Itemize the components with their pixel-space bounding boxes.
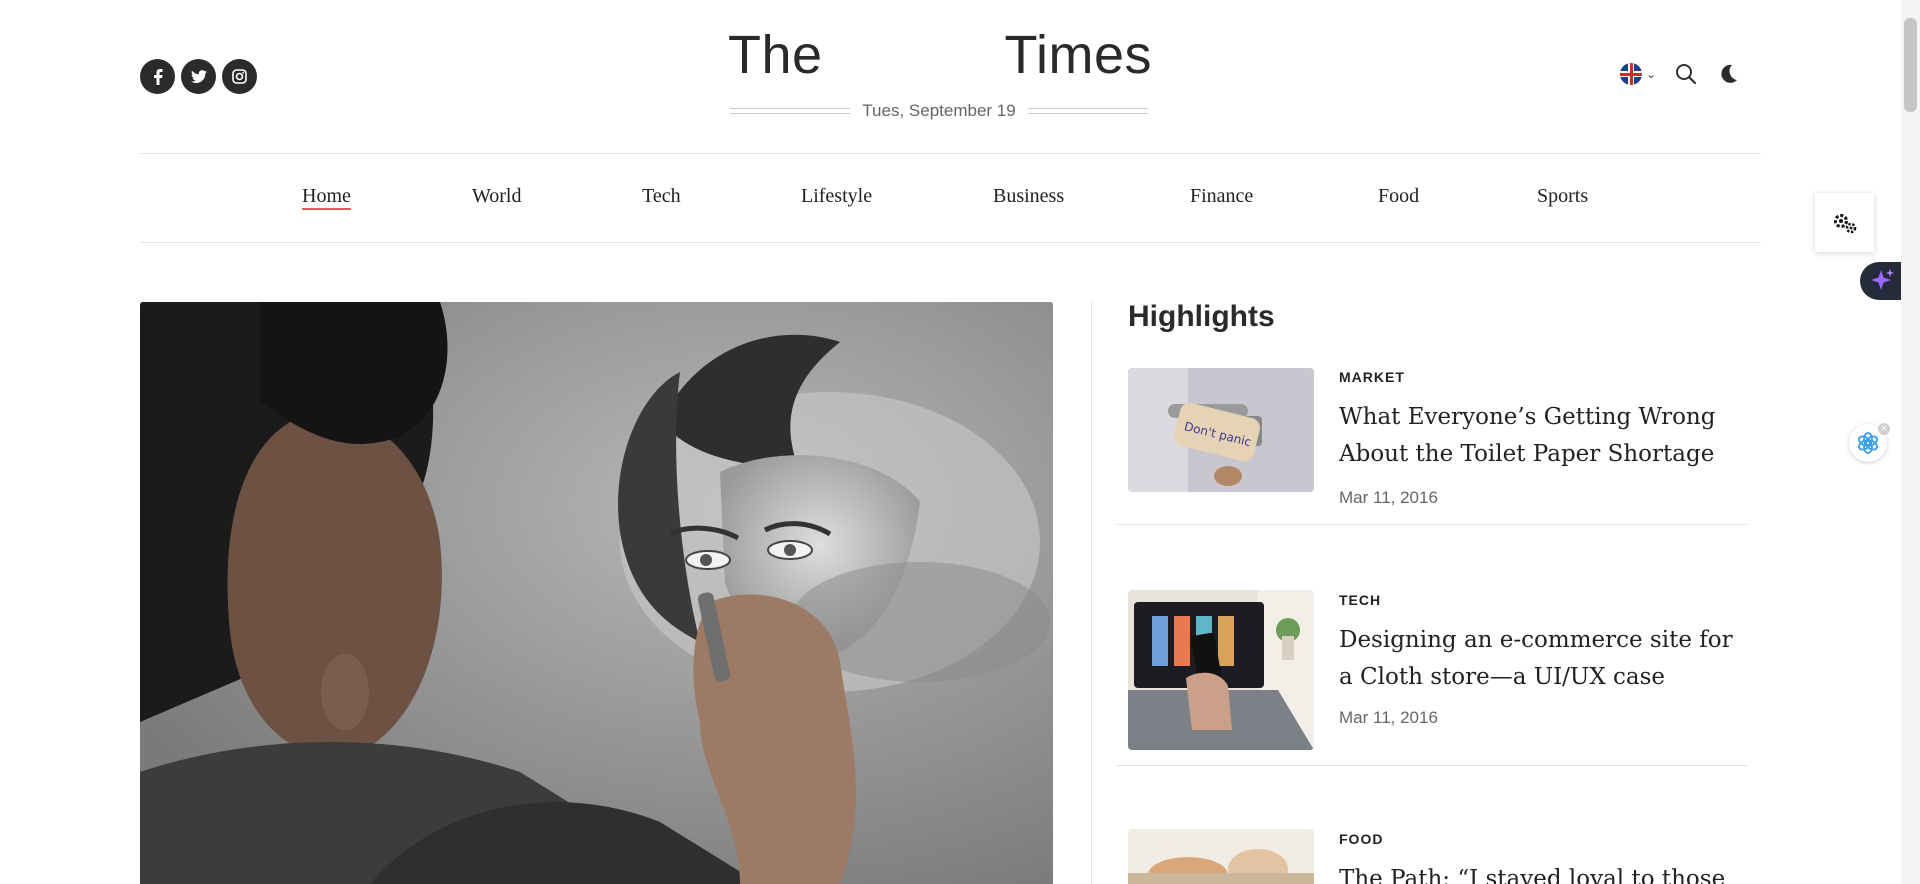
site-logo[interactable]: The Times [728, 28, 1152, 98]
main-navigation: Home World Tech Lifestyle Business Finan… [140, 153, 1761, 243]
nav-tech[interactable]: Tech [642, 185, 681, 208]
highlight-thumbnail[interactable] [1128, 829, 1314, 884]
logo-word-right: Times [1004, 25, 1152, 85]
nav-business[interactable]: Business [993, 185, 1064, 208]
dateline: Tues, September 19 [730, 100, 1148, 122]
nav-food[interactable]: Food [1378, 185, 1419, 208]
article-category[interactable]: FOOD [1339, 831, 1383, 847]
instagram-icon[interactable] [222, 59, 257, 94]
highlight-card[interactable]: TECH Designing an e-commerce site for a … [1117, 590, 1747, 766]
uk-flag-icon [1620, 63, 1642, 85]
close-icon[interactable]: × [1878, 423, 1890, 435]
article-date: Mar 11, 2016 [1339, 488, 1438, 507]
card-separator [1117, 524, 1747, 525]
dateline-rule-right [1027, 108, 1148, 114]
chat-assistant-widget[interactable]: × [1849, 423, 1890, 462]
highlight-thumbnail[interactable]: Don't panic [1128, 368, 1314, 492]
nav-world[interactable]: World [472, 185, 522, 208]
scrollbar-thumb[interactable] [1904, 18, 1917, 112]
chevron-down-icon: ⌄ [1646, 67, 1657, 81]
gears-icon [1833, 213, 1856, 233]
article-title[interactable]: The Path: “I stayed loyal to those [1339, 861, 1739, 884]
article-title[interactable]: What Everyone’s Getting Wrong About the … [1339, 399, 1739, 473]
dateline-rule-left [730, 108, 851, 114]
language-selector[interactable]: ⌄ [1620, 63, 1656, 85]
article-category[interactable]: MARKET [1339, 369, 1405, 385]
twitter-icon[interactable] [181, 59, 216, 94]
logo-word-left: The [728, 25, 823, 85]
nav-lifestyle[interactable]: Lifestyle [801, 185, 872, 208]
nav-finance[interactable]: Finance [1190, 185, 1253, 208]
article-date: Mar 11, 2016 [1339, 708, 1438, 727]
nav-home[interactable]: Home [302, 185, 351, 208]
article-category[interactable]: TECH [1339, 592, 1381, 608]
highlights-heading: Highlights [1128, 300, 1275, 333]
sparkle-icon [1871, 269, 1894, 290]
header-tools: ⌄ [1620, 62, 1740, 86]
article-title[interactable]: Designing an e-commerce site for a Cloth… [1339, 622, 1739, 696]
highlight-thumbnail[interactable] [1128, 590, 1314, 750]
highlight-card[interactable]: FOOD The Path: “I stayed loyal to those [1117, 829, 1747, 884]
dark-mode-moon-icon[interactable] [1716, 62, 1740, 86]
facebook-icon[interactable] [140, 59, 175, 94]
search-icon[interactable] [1674, 62, 1698, 86]
settings-panel-toggle[interactable] [1815, 193, 1874, 252]
featured-article-image[interactable] [140, 302, 1053, 884]
scrollbar-track[interactable] [1901, 0, 1920, 884]
column-divider [1091, 302, 1092, 884]
card-separator [1117, 765, 1747, 766]
nav-sports[interactable]: Sports [1537, 185, 1588, 208]
current-date: Tues, September 19 [862, 101, 1016, 120]
highlight-card[interactable]: Don't panic MARKET What Everyone’s Getti… [1117, 368, 1747, 525]
social-links [140, 59, 257, 94]
openai-knot-icon [1858, 432, 1878, 454]
